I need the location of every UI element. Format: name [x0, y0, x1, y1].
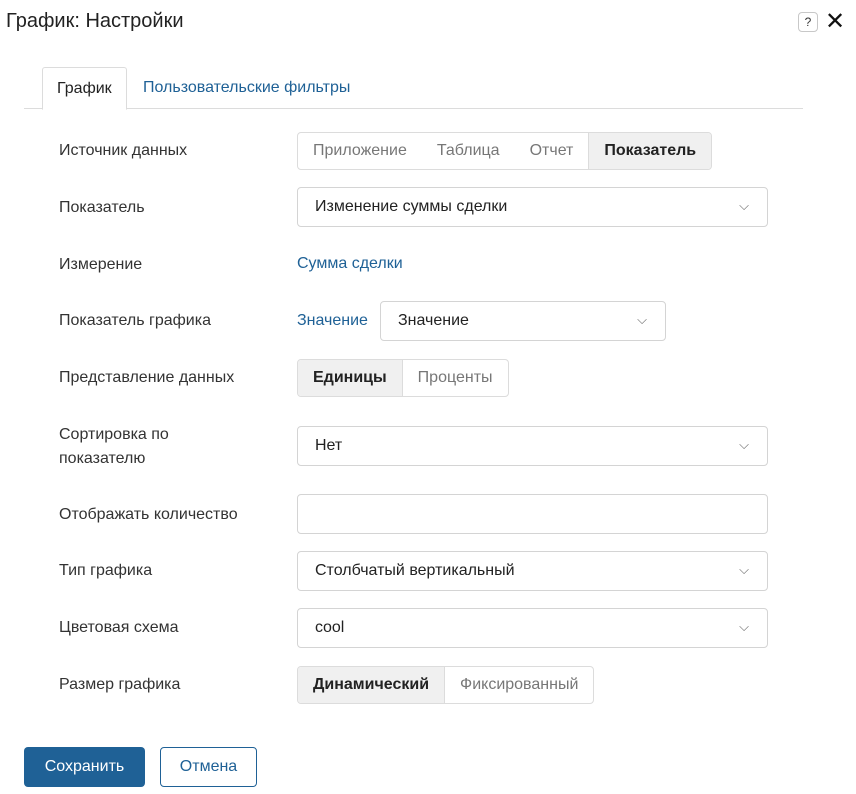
chart-size-option-dynamic[interactable]: Динамический	[298, 667, 445, 703]
indicator-select-value: Изменение суммы сделки	[315, 198, 508, 215]
chart-size-segmented: Динамический Фиксированный	[297, 666, 595, 704]
chart-size-option-fixed[interactable]: Фиксированный	[444, 667, 593, 703]
chart-indicator-link[interactable]: Значение	[297, 312, 368, 330]
count-label: Отображать количество	[59, 506, 238, 523]
indicator-label: Показатель	[59, 199, 145, 216]
tab-custom-filters[interactable]: Пользовательские фильтры	[129, 67, 364, 109]
tab-bar: График Пользовательские фильтры	[24, 67, 803, 110]
color-scheme-select[interactable]: cool ⌵	[297, 608, 768, 648]
count-input[interactable]	[297, 494, 768, 534]
data-source-option-app[interactable]: Приложение	[298, 133, 422, 169]
save-button[interactable]: Сохранить	[24, 747, 145, 787]
sort-label-line1: Сортировка по	[59, 426, 169, 443]
chevron-down-icon: ⌵	[739, 619, 749, 634]
data-view-label: Представление данных	[59, 369, 235, 386]
tab-chart[interactable]: График	[42, 67, 127, 110]
dimension-link[interactable]: Сумма сделки	[297, 255, 403, 273]
chart-type-select[interactable]: Столбчатый вертикальный ⌵	[297, 551, 768, 591]
indicator-select[interactable]: Изменение суммы сделки ⌵	[297, 187, 768, 227]
chevron-down-icon: ⌵	[739, 198, 749, 213]
chevron-down-icon: ⌵	[739, 562, 749, 577]
data-source-segmented: Приложение Таблица Отчет Показатель	[297, 132, 713, 170]
close-icon[interactable]: ✕	[823, 10, 847, 34]
help-icon[interactable]: ?	[798, 12, 818, 32]
dimension-label: Измерение	[59, 256, 143, 273]
data-source-option-report[interactable]: Отчет	[515, 133, 589, 169]
chevron-down-icon: ⌵	[637, 312, 647, 327]
chart-size-label: Размер графика	[59, 676, 181, 693]
color-scheme-select-value: cool	[315, 619, 345, 636]
chart-type-label: Тип графика	[59, 562, 153, 579]
data-source-option-table[interactable]: Таблица	[422, 133, 515, 169]
chart-indicator-label: Показатель графика	[59, 312, 211, 329]
cancel-button[interactable]: Отмена	[160, 747, 257, 787]
chart-settings-dialog: График: Настройки ? ✕ График Пользовател…	[0, 0, 856, 794]
chart-type-select-value: Столбчатый вертикальный	[315, 562, 515, 579]
chevron-down-icon: ⌵	[739, 437, 749, 452]
data-view-segmented: Единицы Проценты	[297, 359, 509, 397]
data-source-label: Источник данных	[59, 142, 188, 159]
sort-select-value: Нет	[315, 437, 343, 454]
data-view-option-units[interactable]: Единицы	[298, 360, 402, 396]
data-source-option-indicator[interactable]: Показатель	[588, 133, 712, 169]
sort-label-line2: показателю	[59, 450, 146, 467]
chart-indicator-select[interactable]: Значение ⌵	[380, 301, 666, 341]
sort-select[interactable]: Нет ⌵	[297, 426, 768, 466]
dialog-title: График: Настройки	[6, 10, 184, 32]
color-scheme-label: Цветовая схема	[59, 619, 179, 636]
data-view-option-percent[interactable]: Проценты	[401, 360, 508, 396]
chart-indicator-select-value: Значение	[398, 312, 469, 329]
